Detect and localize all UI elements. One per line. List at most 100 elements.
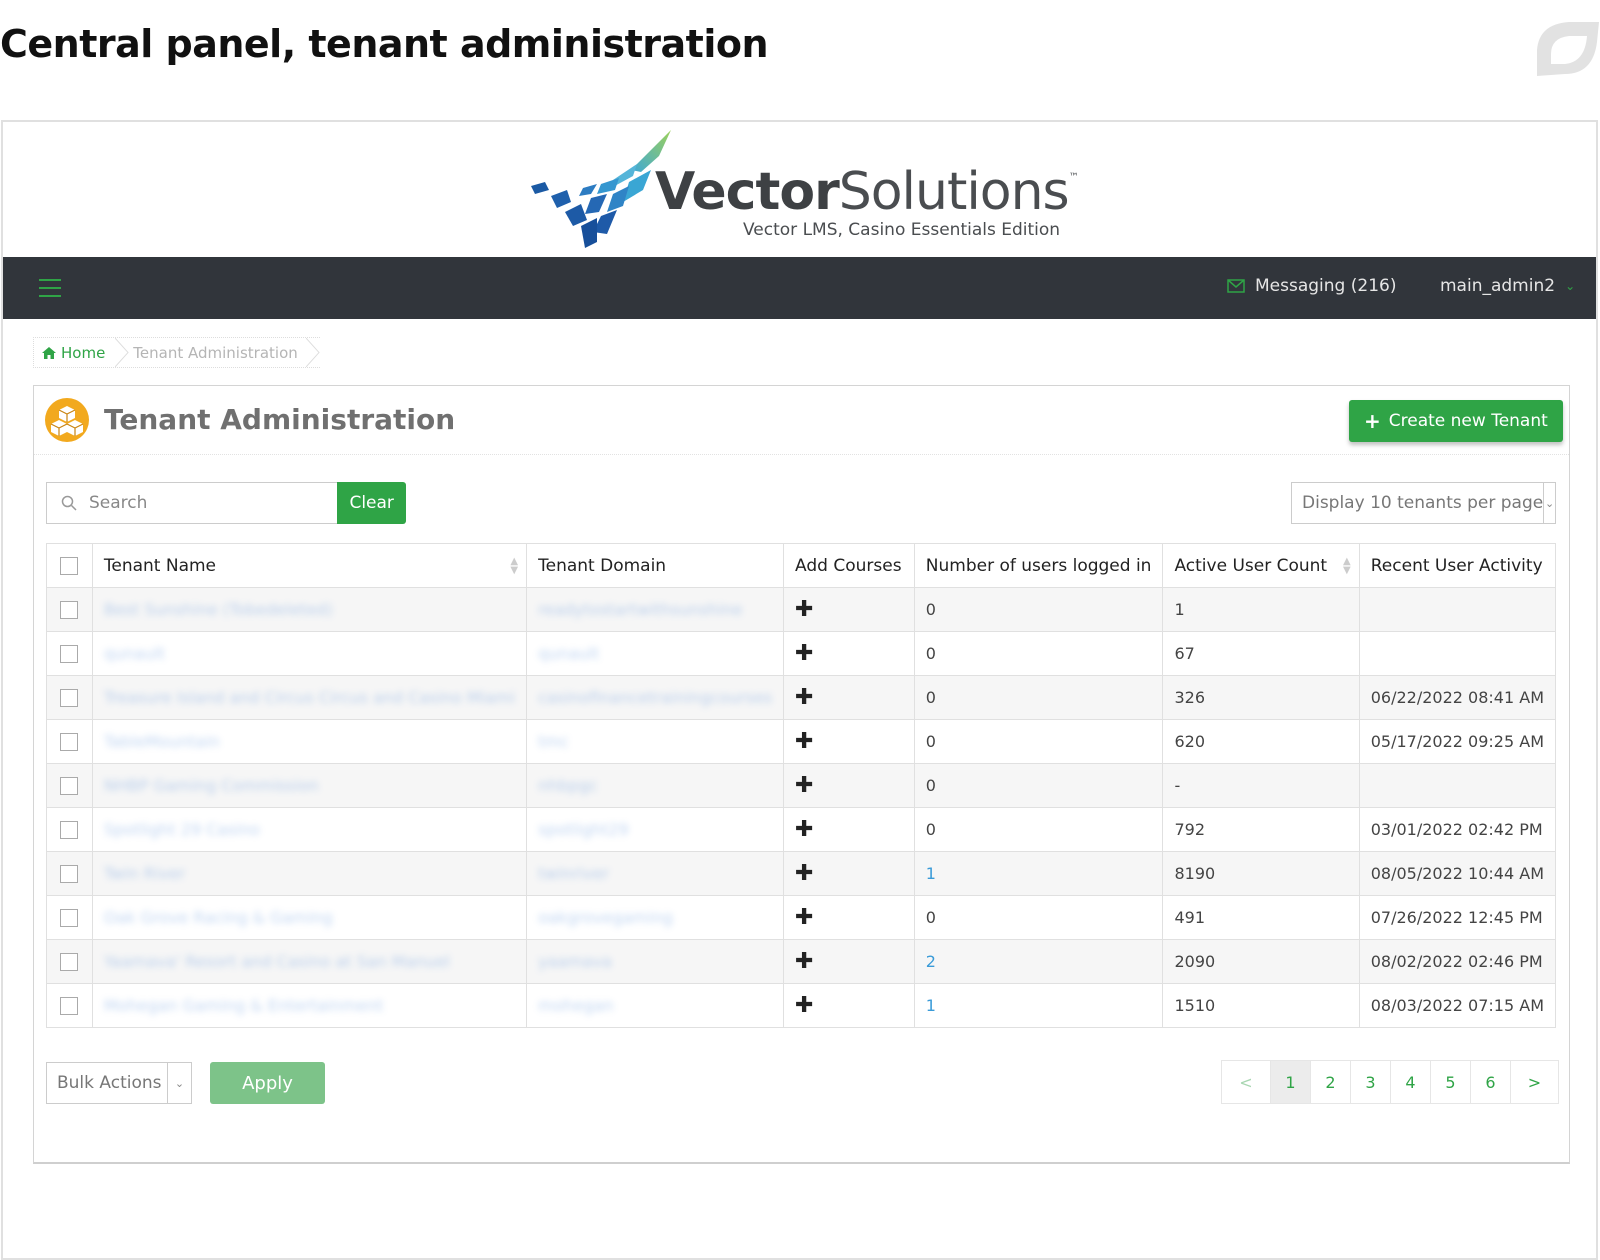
row-select-cell <box>46 631 93 676</box>
user-menu[interactable]: main_admin2 ⌄ <box>1440 276 1575 296</box>
add-course-plus-icon[interactable]: ✚ <box>795 861 813 886</box>
envelope-icon <box>1227 279 1245 293</box>
breadcrumb-home[interactable]: Home <box>34 338 115 367</box>
add-course-plus-icon[interactable]: ✚ <box>795 641 813 666</box>
apply-button[interactable]: Apply <box>210 1062 325 1104</box>
tenant-name-cell: NHBP Gaming Commission <box>91 763 528 808</box>
pagination-page[interactable]: 5 <box>1430 1061 1470 1103</box>
breadcrumb-home-label: Home <box>61 343 106 362</box>
add-course-plus-icon[interactable]: ✚ <box>795 729 813 754</box>
row-select-cell <box>46 675 93 720</box>
tenant-name-link[interactable]: Best Sunshine (Tobedeleted) <box>104 600 333 619</box>
tenant-name-link[interactable]: Twin River <box>104 864 185 883</box>
bulk-actions-select[interactable]: Bulk Actions ⌄ <box>46 1062 192 1104</box>
pagination-page[interactable]: 3 <box>1350 1061 1390 1103</box>
add-course-plus-icon[interactable]: ✚ <box>795 773 813 798</box>
row-checkbox[interactable] <box>60 689 79 708</box>
row-checkbox[interactable] <box>60 997 79 1016</box>
add-course-plus-icon[interactable]: ✚ <box>795 949 813 974</box>
tenant-name-link[interactable]: qunault <box>104 644 165 663</box>
search-field <box>46 482 338 524</box>
panel-title: Tenant Administration <box>104 403 456 436</box>
create-tenant-button[interactable]: + Create new Tenant <box>1349 400 1563 442</box>
row-checkbox[interactable] <box>60 777 79 796</box>
tenant-domain-link[interactable]: qunault <box>538 644 599 663</box>
breadcrumb-end-arrow <box>305 338 320 367</box>
tenant-name-cell: Treasure Island and Circus Circus and Ca… <box>91 675 528 720</box>
panel-header: Tenant Administration + Create new Tenan… <box>34 386 1569 455</box>
table-row: TableMountain tmc ✚ 0 620 05/17/2022 09:25 AM <box>46 719 1557 764</box>
add-course-plus-icon[interactable]: ✚ <box>795 993 813 1018</box>
pagination-page[interactable]: 6 <box>1470 1061 1510 1103</box>
tenant-name-link[interactable]: TableMountain <box>104 732 220 751</box>
sort-icon[interactable]: ▲ ▼ <box>510 557 518 576</box>
users-logged-in-value[interactable]: 1 <box>926 996 936 1015</box>
row-checkbox[interactable] <box>60 909 79 928</box>
chevron-down-icon: ⌄ <box>167 1063 191 1103</box>
row-select-cell <box>46 587 93 632</box>
row-checkbox[interactable] <box>60 645 79 664</box>
tenant-domain-link[interactable]: oakgrovegaming <box>538 908 673 927</box>
recent-activity-cell: 06/22/2022 08:41 AM <box>1358 675 1557 720</box>
pagination-page[interactable]: 1 <box>1270 1061 1310 1103</box>
tenant-domain-link[interactable]: readytostartwithsunshine <box>538 600 742 619</box>
pagination-prev[interactable]: < <box>1222 1061 1270 1103</box>
users-logged-in-value: 0 <box>925 688 936 707</box>
users-logged-in-value[interactable]: 1 <box>926 864 936 883</box>
messaging-link[interactable]: Messaging (216) <box>1227 276 1396 296</box>
tenant-domain-link[interactable]: spotlight29 <box>538 820 628 839</box>
tenant-domain-link[interactable]: mohegan <box>538 996 613 1015</box>
row-select-cell <box>46 983 93 1028</box>
add-courses-cell: ✚ <box>783 807 915 852</box>
tenant-name-link[interactable]: Spotlight 29 Casino <box>104 820 260 839</box>
col-recent-activity: Recent User Activity <box>1358 543 1557 588</box>
tenant-domain-link[interactable]: twinriver <box>538 864 609 883</box>
search-input[interactable] <box>89 493 309 513</box>
row-checkbox[interactable] <box>60 953 79 972</box>
tenants-per-page-select[interactable]: Display 10 tenants per page ⌄ <box>1291 482 1556 524</box>
row-checkbox[interactable] <box>60 865 79 884</box>
hamburger-icon[interactable] <box>39 279 61 297</box>
tenant-name-cell: TableMountain <box>91 719 528 764</box>
tenant-domain-cell: mohegan <box>526 983 785 1028</box>
tenant-name-link[interactable]: Mohegan Gaming & Entertainment <box>104 996 383 1015</box>
sort-icon[interactable]: ▲ ▼ <box>1343 557 1351 576</box>
pagination-next[interactable]: > <box>1510 1061 1558 1103</box>
users-logged-in-value: 0 <box>925 644 936 663</box>
tenant-name-link[interactable]: Oak Grove Racing & Gaming <box>104 908 333 927</box>
col-users-logged-in: Number of users logged in <box>913 543 1164 588</box>
tenant-domain-link[interactable]: casinofinancetrainingcourses <box>538 688 772 707</box>
top-navbar: Messaging (216) main_admin2 ⌄ <box>3 257 1596 319</box>
users-logged-in-cell: 2 <box>913 939 1164 984</box>
add-course-plus-icon[interactable]: ✚ <box>795 817 813 842</box>
row-checkbox[interactable] <box>60 821 79 840</box>
add-course-plus-icon[interactable]: ✚ <box>795 685 813 710</box>
tenant-name-cell: qunault <box>91 631 528 676</box>
active-user-count-cell: 1 <box>1162 587 1360 632</box>
users-logged-in-cell: 1 <box>913 983 1164 1028</box>
recent-activity-cell: 07/26/2022 12:45 PM <box>1358 895 1557 940</box>
page-heading: Central panel, tenant administration <box>0 22 769 66</box>
tenant-name-link[interactable]: Treasure Island and Circus Circus and Ca… <box>104 688 515 707</box>
add-course-plus-icon[interactable]: ✚ <box>795 905 813 930</box>
select-all-checkbox[interactable] <box>60 556 79 575</box>
table-row: Treasure Island and Circus Circus and Ca… <box>46 675 1557 720</box>
tenant-domain-link[interactable]: yaamava <box>538 952 612 971</box>
col-tenant-name[interactable]: Tenant Name ▲ ▼ <box>91 543 528 588</box>
row-checkbox[interactable] <box>60 601 79 620</box>
tenant-domain-link[interactable]: nhbpgc <box>538 776 598 795</box>
tenant-domain-link[interactable]: tmc <box>538 732 569 751</box>
col-active-user-count[interactable]: Active User Count ▲ ▼ <box>1162 543 1360 588</box>
active-user-count-cell: 1510 <box>1162 983 1360 1028</box>
tenant-name-link[interactable]: Yaamava' Resort and Casino at San Manuel <box>104 952 450 971</box>
breadcrumb-separator <box>115 338 129 367</box>
users-logged-in-value[interactable]: 2 <box>926 952 936 971</box>
pagination-page[interactable]: 4 <box>1390 1061 1430 1103</box>
row-checkbox[interactable] <box>60 733 79 752</box>
tenant-domain-cell: yaamava <box>526 939 785 984</box>
add-course-plus-icon[interactable]: ✚ <box>795 597 813 622</box>
clear-search-button[interactable]: Clear <box>337 482 406 524</box>
tenant-name-link[interactable]: NHBP Gaming Commission <box>104 776 319 795</box>
pagination-page[interactable]: 2 <box>1310 1061 1350 1103</box>
users-logged-in-cell: 0 <box>913 675 1164 720</box>
